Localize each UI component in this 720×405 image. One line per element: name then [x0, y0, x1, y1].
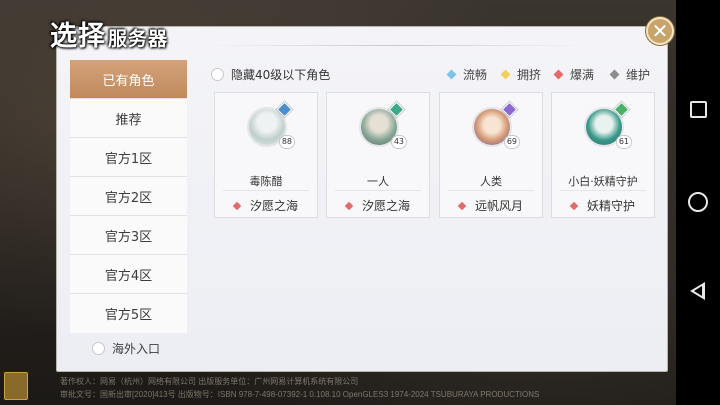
role-name: 一人 — [367, 175, 389, 188]
server-name: 妖精守护 — [586, 199, 635, 213]
level-badge: 88 — [278, 135, 295, 149]
footer-approval-line: 审批文号：国新出审[2020]413号 出版物号：ISBN 978-7-498-… — [60, 390, 540, 399]
overseas-radio[interactable] — [92, 342, 105, 355]
avatar-wrap: 43 — [359, 101, 407, 149]
legend-full: 爆满 — [553, 66, 595, 83]
overseas-entry[interactable]: 海外入口 — [92, 340, 160, 357]
back-icon[interactable] — [690, 282, 705, 300]
divider — [560, 190, 646, 191]
status-crowded-icon — [500, 69, 511, 80]
dialog-title: 选择 服务器 — [50, 14, 168, 53]
server-name: 远帆风月 — [474, 199, 523, 213]
legend-maintenance: 维护 — [609, 66, 651, 83]
sidebar-item-official-5[interactable]: 官方5区 — [70, 294, 187, 333]
legend-label: 拥挤 — [517, 68, 542, 82]
header-ornament — [207, 45, 587, 46]
level-badge: 69 — [503, 135, 520, 149]
close-button[interactable]: ✕ — [646, 17, 674, 45]
title-sub: 服务器 — [108, 28, 169, 50]
status-smooth-icon — [446, 69, 457, 80]
role-card[interactable]: 43 一人 汐愿之海 — [326, 92, 430, 218]
sidebar-item-official-4[interactable]: 官方4区 — [70, 255, 187, 294]
legend-label: 爆满 — [570, 68, 595, 82]
hide-low-level-toggle[interactable]: 隐藏40级以下角色 — [211, 66, 330, 83]
status-full-icon — [344, 201, 354, 210]
legend-crowded: 拥挤 — [500, 66, 542, 83]
avatar-wrap: 61 — [584, 101, 632, 149]
status-full-icon — [457, 201, 467, 210]
role-name: 人类 — [480, 175, 502, 188]
legend-label: 流畅 — [463, 68, 488, 82]
status-full-icon — [553, 69, 564, 80]
sidebar-item-official-2[interactable]: 官方2区 — [70, 177, 187, 216]
close-icon: ✕ — [651, 19, 669, 43]
role-card[interactable]: 61 小白·妖精守护 妖精守护 — [551, 92, 655, 218]
server-name: 汐愿之海 — [249, 199, 298, 213]
legend-smooth: 流畅 — [446, 66, 488, 83]
role-name: 小白·妖精守护 — [568, 175, 638, 188]
role-server: 远帆风月 — [440, 197, 542, 214]
sidebar-item-recommended[interactable]: 推荐 — [70, 99, 187, 138]
divider — [335, 190, 421, 191]
role-server: 汐愿之海 — [327, 197, 429, 214]
avatar-wrap: 88 — [247, 101, 295, 149]
age-rating-badge — [4, 372, 28, 400]
sidebar-item-existing-roles[interactable]: 已有角色 — [70, 60, 187, 99]
level-badge: 61 — [615, 135, 632, 149]
role-server: 妖精守护 — [552, 197, 654, 214]
status-maintenance-icon — [609, 69, 620, 80]
legend-label: 维护 — [626, 68, 651, 82]
status-full-icon — [232, 201, 242, 210]
server-name: 汐愿之海 — [361, 199, 410, 213]
home-icon[interactable] — [688, 192, 708, 212]
overseas-label: 海外入口 — [112, 342, 161, 356]
role-card[interactable]: 88 毒陈醋 汐愿之海 — [214, 92, 318, 218]
divider — [223, 190, 309, 191]
level-badge: 43 — [390, 135, 407, 149]
avatar-wrap: 69 — [472, 101, 520, 149]
hide-low-level-radio[interactable] — [211, 68, 224, 81]
role-server: 汐愿之海 — [215, 197, 317, 214]
divider — [448, 190, 534, 191]
status-full-icon — [569, 201, 579, 210]
sidebar-item-official-1[interactable]: 官方1区 — [70, 138, 187, 177]
recent-apps-icon[interactable] — [690, 101, 707, 118]
server-category-sidebar: 已有角色 推荐 官方1区 官方2区 官方3区 官方4区 官方5区 — [70, 60, 187, 360]
footer-copyright-line: 著作权人：网易（杭州）网络有限公司 出版服务单位：广州网易计算机系统有限公司 — [60, 377, 359, 386]
role-name: 毒陈醋 — [249, 175, 283, 188]
system-nav-bar — [676, 0, 720, 405]
role-card[interactable]: 69 人类 远帆风月 — [439, 92, 543, 218]
title-main: 选择 — [50, 21, 106, 52]
hide-low-level-label: 隐藏40级以下角色 — [231, 68, 331, 82]
sidebar-item-official-3[interactable]: 官方3区 — [70, 216, 187, 255]
